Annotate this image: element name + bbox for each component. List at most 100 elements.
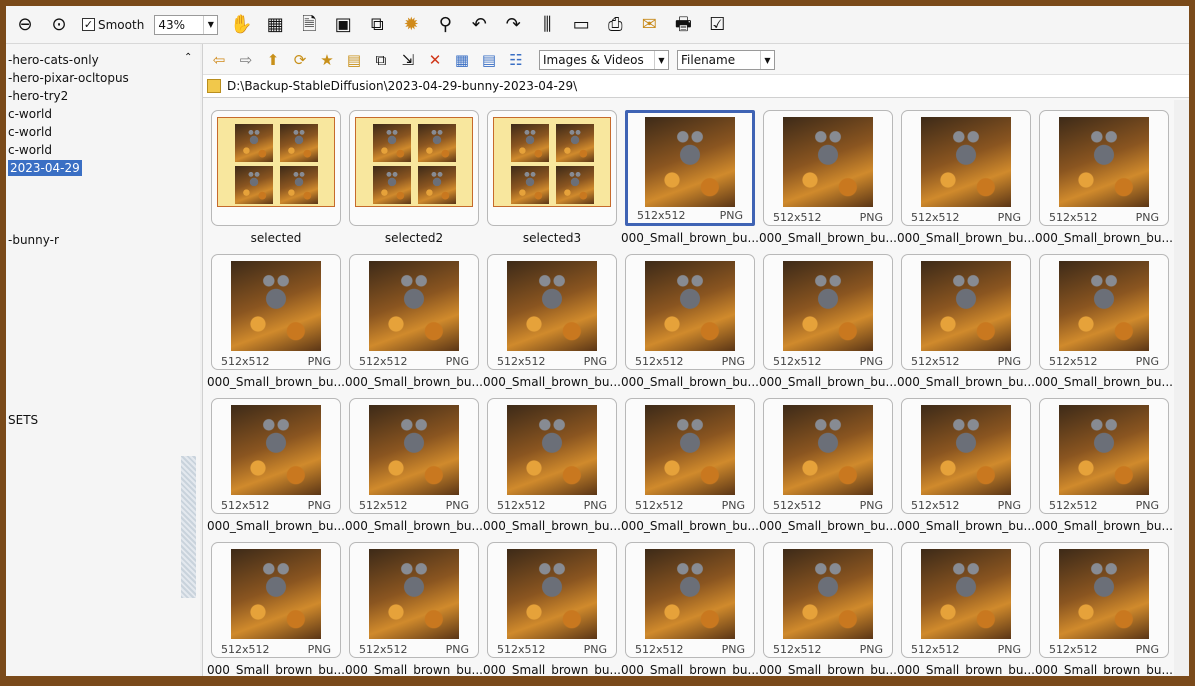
thumbnail-caption[interactable]: selected2 xyxy=(345,231,483,245)
folder-up-icon[interactable]: ⬆ xyxy=(261,49,285,71)
thumbnail-caption[interactable]: 000_Small_brown_bu... xyxy=(759,519,897,533)
redo-icon[interactable]: ↷ xyxy=(498,10,528,40)
thumbnail[interactable]: 512x512 PNG xyxy=(211,254,341,370)
thumbnail-caption[interactable]: 000_Small_brown_bu... xyxy=(897,375,1035,389)
thumbnail-caption[interactable]: 000_Small_brown_bu... xyxy=(621,663,759,676)
thumbnail-caption[interactable]: 000_Small_brown_bu... xyxy=(345,375,483,389)
thumbnail-caption[interactable]: 000_Small_brown_bu... xyxy=(345,663,483,676)
refresh-folder-icon[interactable]: ⟳ xyxy=(288,49,312,71)
thumbnail[interactable]: 512x512 PNG xyxy=(901,542,1031,658)
thumbnail-caption[interactable]: 000_Small_brown_bu... xyxy=(345,519,483,533)
filter-select[interactable]: Images & Videos ▼ xyxy=(539,50,669,70)
tree-item[interactable]: -bunny-r xyxy=(8,232,59,248)
scan-icon[interactable]: ⎙ xyxy=(600,10,630,40)
thumbnail-caption[interactable]: 000_Small_brown_bu... xyxy=(621,375,759,389)
thumbnail[interactable]: 512x512 PNG xyxy=(487,542,617,658)
thumbnail-caption[interactable]: 000_Small_brown_bu... xyxy=(483,375,621,389)
zoom-combo[interactable]: 43% ▼ xyxy=(154,14,219,35)
thumbnail[interactable]: 512x512 PNG xyxy=(625,254,755,370)
tree-item[interactable]: -hero-pixar-ocltopus xyxy=(8,70,129,86)
collapse-icon[interactable]: ⌃ xyxy=(184,52,192,63)
email-icon[interactable]: ✉ xyxy=(634,10,664,40)
thumbnail[interactable]: 512x512 PNG xyxy=(211,398,341,514)
thumbnail[interactable]: 512x512 PNG xyxy=(1039,110,1169,226)
thumbnail-caption[interactable]: 000_Small_brown_bu... xyxy=(483,519,621,533)
favorites-folder-icon[interactable]: ★ xyxy=(315,49,339,71)
thumbnail[interactable] xyxy=(211,110,341,226)
thumbnail[interactable]: 512x512 PNG xyxy=(901,254,1031,370)
move-to-icon[interactable]: ⇲ xyxy=(396,49,420,71)
thumbnail-caption[interactable]: 000_Small_brown_bu... xyxy=(759,231,897,245)
filmstrip-icon[interactable]: ▦ xyxy=(260,10,290,40)
zoom-fit-icon[interactable]: ⊙ xyxy=(44,10,74,40)
thumbnail[interactable]: 512x512 PNG xyxy=(487,254,617,370)
back-arrow-icon[interactable]: ⇦ xyxy=(207,49,231,71)
thumbnail[interactable]: 512x512 PNG xyxy=(487,398,617,514)
thumbnail-caption[interactable]: 000_Small_brown_bu... xyxy=(897,231,1035,245)
thumbnail-caption[interactable]: selected3 xyxy=(483,231,621,245)
thumbnail[interactable]: 512x512 PNG xyxy=(625,110,755,226)
delete-icon[interactable]: ✕ xyxy=(423,49,447,71)
thumbnail-caption[interactable]: selected xyxy=(207,231,345,245)
hand-tool-icon[interactable]: ✋ xyxy=(226,10,256,40)
tree-item[interactable]: c-world xyxy=(8,124,52,140)
thumbnail[interactable]: 512x512 PNG xyxy=(1039,542,1169,658)
thumbnail[interactable]: 512x512 PNG xyxy=(625,398,755,514)
edit-list-icon[interactable]: ☑ xyxy=(702,10,732,40)
thumbnail[interactable] xyxy=(487,110,617,226)
image-info-icon[interactable]: 🗎 xyxy=(294,10,324,40)
settings-sun-icon[interactable]: ✹ xyxy=(396,10,426,40)
thumbnail-caption[interactable]: 000_Small_brown_bu... xyxy=(621,519,759,533)
thumbnail[interactable]: 512x512 PNG xyxy=(1039,398,1169,514)
thumbnail-caption[interactable]: 000_Small_brown_bu... xyxy=(207,663,345,676)
thumbnail[interactable] xyxy=(349,110,479,226)
thumbnail-caption[interactable]: 000_Small_brown_bu... xyxy=(621,231,759,245)
tree-item[interactable]: c-world xyxy=(8,142,52,158)
forward-arrow-icon[interactable]: ⇨ xyxy=(234,49,258,71)
thumbnail[interactable]: 512x512 PNG xyxy=(349,542,479,658)
thumbnail-caption[interactable]: 000_Small_brown_bu... xyxy=(1035,519,1173,533)
thumbnail[interactable]: 512x512 PNG xyxy=(349,398,479,514)
list-view-icon[interactable]: ☷ xyxy=(504,49,528,71)
thumbnail-caption[interactable]: 000_Small_brown_bu... xyxy=(483,663,621,676)
smooth-checkbox[interactable]: ✓ Smooth xyxy=(82,14,144,36)
batch-icon[interactable]: ▣ xyxy=(328,10,358,40)
path-bar[interactable]: D:\Backup-StableDiffusion\2023-04-29-bun… xyxy=(203,74,1189,98)
thumbnail-caption[interactable]: 000_Small_brown_bu... xyxy=(1035,375,1173,389)
slideshow-icon[interactable]: ▭ xyxy=(566,10,596,40)
tree-scrollbar[interactable] xyxy=(181,456,196,598)
sort-select[interactable]: Filename ▼ xyxy=(677,50,775,70)
thumbnail-caption[interactable]: 000_Small_brown_bu... xyxy=(1035,231,1173,245)
thumbnail-caption[interactable]: 000_Small_brown_bu... xyxy=(759,375,897,389)
thumbnail[interactable]: 512x512 PNG xyxy=(901,398,1031,514)
tree-item[interactable]: -hero-cats-only xyxy=(8,52,99,68)
thumbnail[interactable]: 512x512 PNG xyxy=(763,254,893,370)
copy-to-icon[interactable]: ⧉ xyxy=(369,49,393,71)
undo-icon[interactable]: ↶ xyxy=(464,10,494,40)
stamp-icon[interactable]: ⚲ xyxy=(430,10,460,40)
thumbnail[interactable]: 512x512 PNG xyxy=(763,398,893,514)
thumbnail-caption[interactable]: 000_Small_brown_bu... xyxy=(1035,663,1173,676)
thumbnail[interactable]: 512x512 PNG xyxy=(211,542,341,658)
grid-scrollbar[interactable] xyxy=(1174,100,1189,676)
tree-item[interactable]: -hero-try2 xyxy=(8,88,68,104)
convert-icon[interactable]: ⧉ xyxy=(362,10,392,40)
thumbnails-view-icon[interactable]: ▦ xyxy=(450,49,474,71)
details-view-icon[interactable]: ▤ xyxy=(477,49,501,71)
thumbnail-caption[interactable]: 000_Small_brown_bu... xyxy=(207,375,345,389)
thumbnail-caption[interactable]: 000_Small_brown_bu... xyxy=(207,519,345,533)
thumbnail[interactable]: 512x512 PNG xyxy=(901,110,1031,226)
tree-item-selected[interactable]: 2023-04-29 xyxy=(8,160,82,176)
compare-icon[interactable]: ⫼ xyxy=(532,10,562,40)
new-folder-icon[interactable]: ▤ xyxy=(342,49,366,71)
tree-item[interactable]: SETS xyxy=(8,412,38,428)
thumbnail[interactable]: 512x512 PNG xyxy=(763,542,893,658)
thumbnail[interactable]: 512x512 PNG xyxy=(1039,254,1169,370)
thumbnail[interactable]: 512x512 PNG xyxy=(763,110,893,226)
thumbnail-caption[interactable]: 000_Small_brown_bu... xyxy=(897,663,1035,676)
thumbnail[interactable]: 512x512 PNG xyxy=(349,254,479,370)
thumbnail-caption[interactable]: 000_Small_brown_bu... xyxy=(897,519,1035,533)
zoom-out-icon[interactable]: ⊖ xyxy=(10,10,40,40)
print-icon[interactable]: 🖶 xyxy=(668,10,698,40)
thumbnail-caption[interactable]: 000_Small_brown_bu... xyxy=(759,663,897,676)
